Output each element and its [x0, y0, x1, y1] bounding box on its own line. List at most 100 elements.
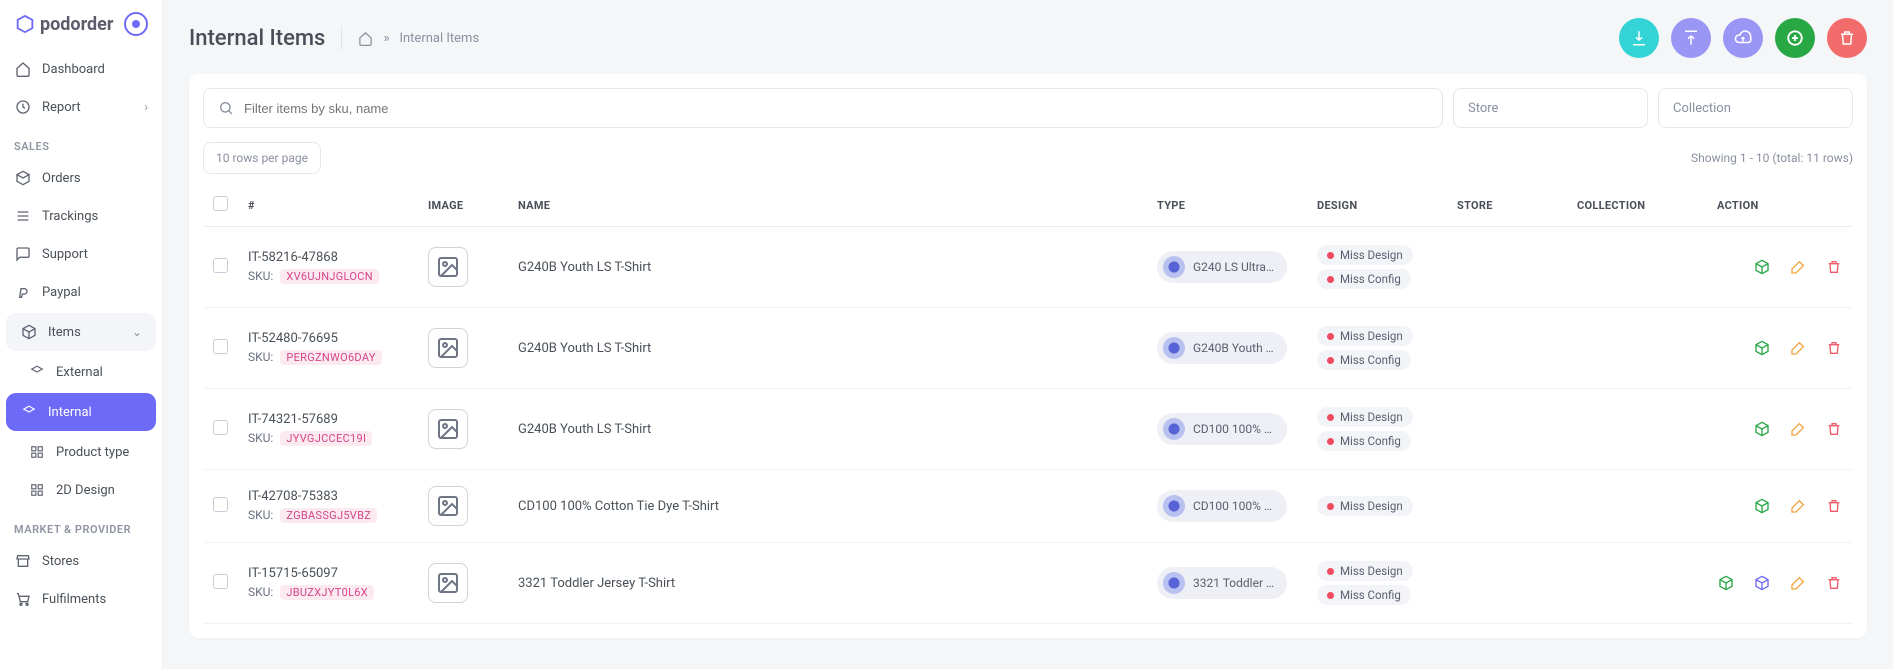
type-avatar-icon: [1163, 495, 1185, 517]
search-wrapper: [203, 88, 1443, 128]
type-chip[interactable]: CD100 100% C...: [1157, 490, 1287, 522]
upload-button[interactable]: [1671, 18, 1711, 58]
box2-action-icon[interactable]: [1753, 574, 1771, 592]
col-image: IMAGE: [418, 184, 508, 227]
download-button[interactable]: [1619, 18, 1659, 58]
sidebar-item-report[interactable]: Report ›: [0, 88, 162, 126]
content-card: Store Collection 10 rows per page Showin…: [189, 74, 1867, 638]
search-input[interactable]: [244, 101, 1428, 116]
type-chip[interactable]: G240 LS Ultra C...: [1157, 251, 1287, 283]
box-action-icon[interactable]: [1753, 339, 1771, 357]
sidebar-section-sales: SALES: [0, 126, 162, 159]
box-action-icon[interactable]: [1753, 420, 1771, 438]
design-badge: Miss Design: [1317, 561, 1413, 581]
sidebar-item-trackings[interactable]: Trackings: [0, 197, 162, 235]
box-action-icon[interactable]: [1753, 258, 1771, 276]
design-cell: Miss DesignMiss Config: [1307, 308, 1447, 389]
table-row: IT-58216-47868SKU: XV6UJNJGLOCNG240B You…: [203, 227, 1853, 308]
breadcrumb: » Internal Items: [358, 31, 479, 46]
edit-action-icon[interactable]: [1789, 574, 1807, 592]
trash-action-icon[interactable]: [1825, 258, 1843, 276]
image-thumbnail[interactable]: [428, 563, 468, 603]
design-cell: Miss DesignMiss Config: [1307, 543, 1447, 624]
type-chip[interactable]: 3321 Toddler Je...: [1157, 567, 1287, 599]
image-thumbnail[interactable]: [428, 486, 468, 526]
row-checkbox[interactable]: [213, 497, 228, 512]
edit-action-icon[interactable]: [1789, 420, 1807, 438]
sidebar-label: Internal: [48, 405, 92, 420]
sidebar-item-orders[interactable]: Orders: [0, 159, 162, 197]
items-table: # IMAGE NAME TYPE DESIGN STORE COLLECTIO…: [203, 184, 1853, 624]
box-action-icon[interactable]: [1753, 497, 1771, 515]
cloud-upload-button[interactable]: [1723, 18, 1763, 58]
add-button[interactable]: [1775, 18, 1815, 58]
col-design: DESIGN: [1307, 184, 1447, 227]
target-icon-button[interactable]: [124, 12, 148, 36]
sidebar-subitem-2d-design[interactable]: 2D Design: [0, 471, 162, 509]
table-row: IT-52480-76695SKU: PERGZNWO6DAYG240B You…: [203, 308, 1853, 389]
sidebar-item-fulfilments[interactable]: Fulfilments: [0, 580, 162, 618]
image-thumbnail[interactable]: [428, 247, 468, 287]
type-chip[interactable]: CD100 100% C...: [1157, 413, 1287, 445]
sidebar-subitem-external[interactable]: External: [0, 353, 162, 391]
type-avatar-icon: [1163, 418, 1185, 440]
store-select[interactable]: Store: [1453, 88, 1648, 128]
sidebar-item-items[interactable]: Items ⌄: [6, 313, 156, 351]
row-actions: [1717, 258, 1843, 276]
sidebar-label: 2D Design: [56, 483, 115, 498]
design-badge: Miss Design: [1317, 407, 1413, 427]
package-icon: [20, 323, 38, 341]
type-avatar-icon: [1163, 572, 1185, 594]
type-chip[interactable]: G240B Youth L...: [1157, 332, 1287, 364]
collection-select[interactable]: Collection: [1658, 88, 1853, 128]
sidebar-subitem-internal[interactable]: Internal: [6, 393, 156, 431]
store-cell: [1447, 308, 1567, 389]
collection-cell: [1567, 389, 1707, 470]
image-thumbnail[interactable]: [428, 328, 468, 368]
edit-action-icon[interactable]: [1789, 339, 1807, 357]
top-actions: [1619, 18, 1867, 58]
sidebar: podorder Dashboard Report › SALES Orders…: [0, 0, 163, 669]
store-cell: [1447, 543, 1567, 624]
item-id: IT-52480-76695: [248, 331, 408, 346]
sku-chip: XV6UJNJGLOCN: [280, 269, 379, 284]
image-thumbnail[interactable]: [428, 409, 468, 449]
showing-text: Showing 1 - 10 (total: 11 rows): [1691, 151, 1853, 165]
sidebar-subitem-product-type[interactable]: Product type: [0, 433, 162, 471]
trash-action-icon[interactable]: [1825, 574, 1843, 592]
sidebar-item-dashboard[interactable]: Dashboard: [0, 50, 162, 88]
design-badge: Miss Design: [1317, 326, 1413, 346]
cube-icon: [20, 403, 38, 421]
row-actions: [1717, 574, 1843, 592]
sku-chip: ZGBASSGJ5VBZ: [280, 508, 377, 523]
trash-action-icon[interactable]: [1825, 339, 1843, 357]
rows-per-page-select[interactable]: 10 rows per page: [203, 142, 321, 174]
design-cell: Miss DesignMiss Config: [1307, 389, 1447, 470]
row-checkbox[interactable]: [213, 574, 228, 589]
edit-action-icon[interactable]: [1789, 258, 1807, 276]
select-all-checkbox[interactable]: [213, 196, 228, 211]
grid-icon: [28, 481, 46, 499]
row-checkbox[interactable]: [213, 258, 228, 273]
trash-action-icon[interactable]: [1825, 420, 1843, 438]
home-icon[interactable]: [358, 31, 373, 46]
design-badge: Miss Design: [1317, 496, 1413, 516]
sidebar-item-stores[interactable]: Stores: [0, 542, 162, 580]
row-checkbox[interactable]: [213, 339, 228, 354]
row-checkbox[interactable]: [213, 420, 228, 435]
trash-action-icon[interactable]: [1825, 497, 1843, 515]
sidebar-item-support[interactable]: Support: [0, 235, 162, 273]
edit-action-icon[interactable]: [1789, 497, 1807, 515]
box-action-icon[interactable]: [1717, 574, 1735, 592]
store-cell: [1447, 227, 1567, 308]
sidebar-label: Support: [42, 247, 88, 262]
item-name: CD100 100% Cotton Tie Dye T-Shirt: [508, 470, 1147, 543]
delete-button[interactable]: [1827, 18, 1867, 58]
sidebar-item-paypal[interactable]: Paypal: [0, 273, 162, 311]
breadcrumb-current: Internal Items: [399, 31, 479, 46]
item-id: IT-58216-47868: [248, 250, 408, 265]
table-row: IT-15715-65097SKU: JBUZXJYT0L6X3321 Todd…: [203, 543, 1853, 624]
row-actions: [1717, 339, 1843, 357]
sidebar-label: Stores: [42, 554, 79, 569]
item-name: 3321 Toddler Jersey T-Shirt: [508, 543, 1147, 624]
